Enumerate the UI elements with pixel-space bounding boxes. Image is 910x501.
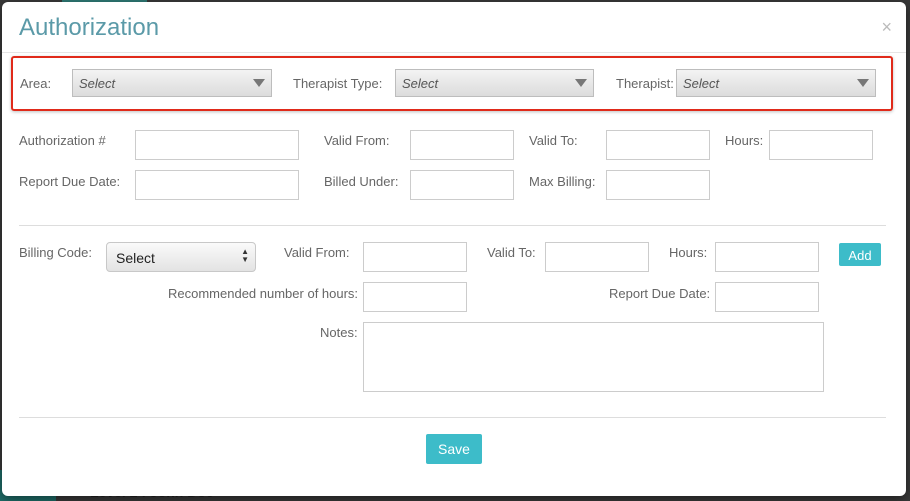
billing-report-due-date-input[interactable] (715, 282, 819, 312)
area-label: Area: (20, 76, 52, 91)
billing-hours-input[interactable] (715, 242, 819, 272)
billed-under-label: Billed Under: (324, 174, 399, 189)
section-divider (19, 225, 886, 226)
recommended-hours-input[interactable] (363, 282, 467, 312)
footer-divider (19, 417, 886, 418)
billing-valid-from-input[interactable] (363, 242, 467, 272)
valid-from-input[interactable] (410, 130, 514, 160)
billed-under-input[interactable] (410, 170, 514, 200)
close-icon[interactable]: × (881, 18, 892, 36)
max-billing-label: Max Billing: (529, 174, 596, 189)
chevron-down-icon (253, 79, 265, 87)
notes-textarea[interactable] (363, 322, 824, 392)
billing-valid-to-label: Valid To: (487, 245, 536, 260)
authorization-number-input[interactable] (135, 130, 299, 160)
billing-code-label: Billing Code: (19, 245, 92, 260)
billing-code-select-value: Select (116, 250, 155, 266)
hours-label: Hours: (725, 133, 764, 148)
add-button[interactable]: Add (839, 243, 881, 266)
therapist-type-select-value: Select (402, 76, 439, 91)
chevron-down-icon (857, 79, 869, 87)
authorization-number-label: Authorization # (19, 133, 106, 148)
select-arrows-icon: ▲ ▼ (241, 247, 249, 264)
billing-code-select[interactable]: Select ▲ ▼ (106, 242, 256, 272)
therapist-type-select[interactable]: Select (395, 69, 594, 97)
billing-report-due-date-label: Report Due Date: (609, 286, 711, 301)
billing-hours-label: Hours: (669, 245, 708, 260)
therapist-type-label: Therapist Type: (293, 76, 383, 91)
therapist-select-value: Select (683, 76, 720, 91)
chevron-down-icon (575, 79, 587, 87)
valid-to-label: Valid To: (529, 133, 578, 148)
report-due-date-input[interactable] (135, 170, 299, 200)
max-billing-input[interactable] (606, 170, 710, 200)
billing-valid-to-input[interactable] (545, 242, 649, 272)
valid-from-label: Valid From: (324, 133, 390, 148)
report-due-date-label: Report Due Date: (19, 174, 121, 189)
save-button[interactable]: Save (426, 434, 482, 464)
recommended-hours-label: Recommended number of hours: (168, 286, 359, 301)
valid-to-input[interactable] (606, 130, 710, 160)
area-select-value: Select (79, 76, 116, 91)
therapist-label: Therapist: (616, 76, 674, 91)
area-select[interactable]: Select (72, 69, 272, 97)
authorization-modal: Authorization × Area: Select Therapist T… (2, 2, 906, 496)
hours-input[interactable] (769, 130, 873, 160)
therapist-select[interactable]: Select (676, 69, 876, 97)
modal-title: Authorization (19, 14, 160, 41)
notes-label: Notes: (320, 325, 358, 340)
header-divider (2, 52, 906, 53)
billing-valid-from-label: Valid From: (284, 245, 350, 260)
